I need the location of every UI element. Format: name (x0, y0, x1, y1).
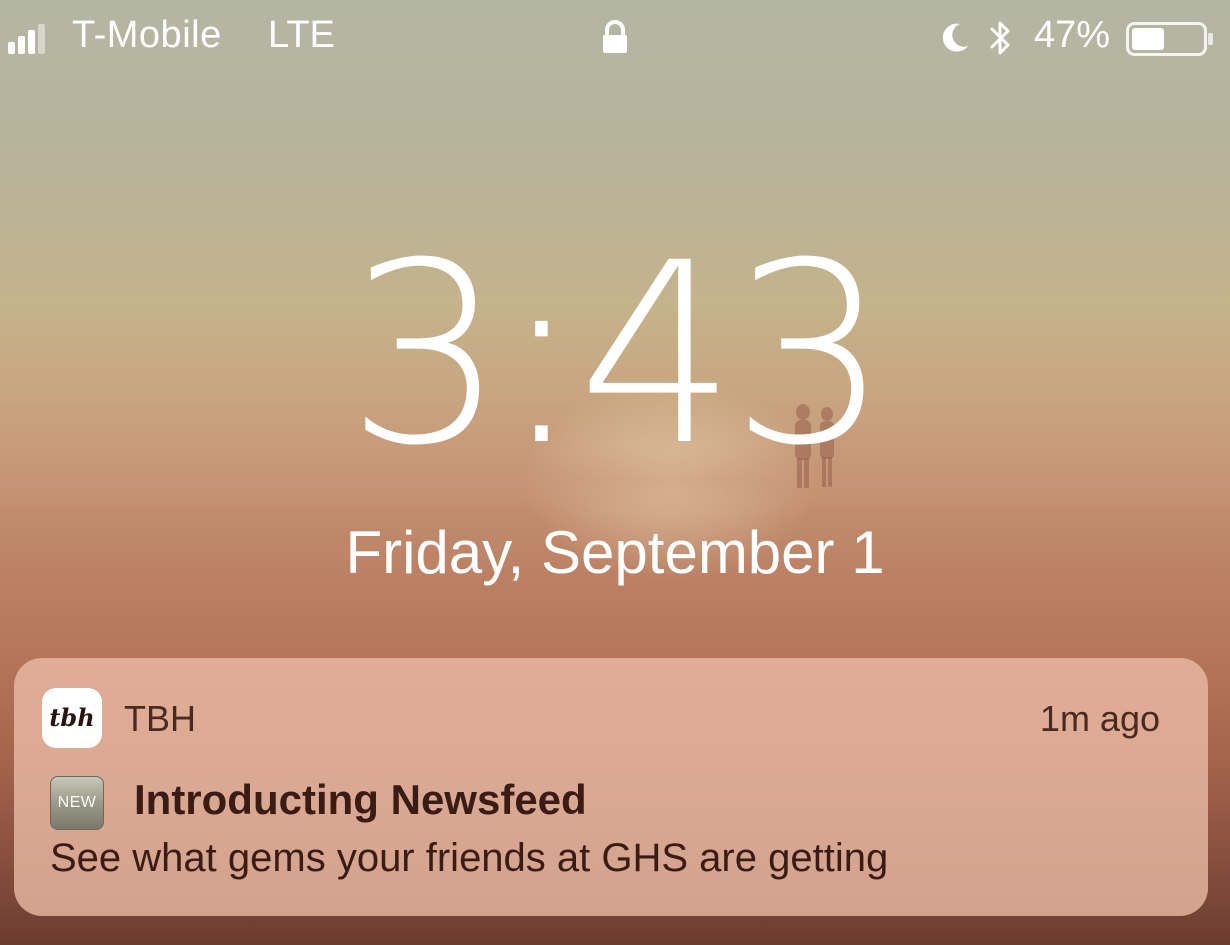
battery-level-fill (1132, 28, 1164, 50)
notification-timestamp: 1m ago (1039, 698, 1160, 739)
lock-screen-time: 3:43 (346, 209, 889, 500)
lock-screen-date: Friday, September 1 (345, 519, 885, 586)
carrier-name: T-Mobile (72, 14, 222, 56)
new-emoji-icon: NEW (50, 776, 104, 830)
notification-body: See what gems your friends at GHS are ge… (50, 836, 889, 880)
bluetooth-icon (990, 21, 1010, 55)
lock-icon (603, 20, 627, 53)
network-type: LTE (268, 14, 335, 56)
battery-percent: 47% (1034, 14, 1111, 56)
signal-icon (8, 24, 45, 54)
tbh-app-icon: tbh (42, 688, 102, 748)
notification-app-name: TBH (124, 698, 196, 739)
notification-card[interactable]: tbh TBH 1m ago NEW Introducting Newsfeed… (14, 658, 1208, 916)
battery-icon (1126, 22, 1213, 56)
status-bar: T-Mobile LTE 47% (0, 0, 1230, 78)
moon-icon (942, 23, 968, 52)
notification-title: Introducting Newsfeed (134, 776, 587, 823)
